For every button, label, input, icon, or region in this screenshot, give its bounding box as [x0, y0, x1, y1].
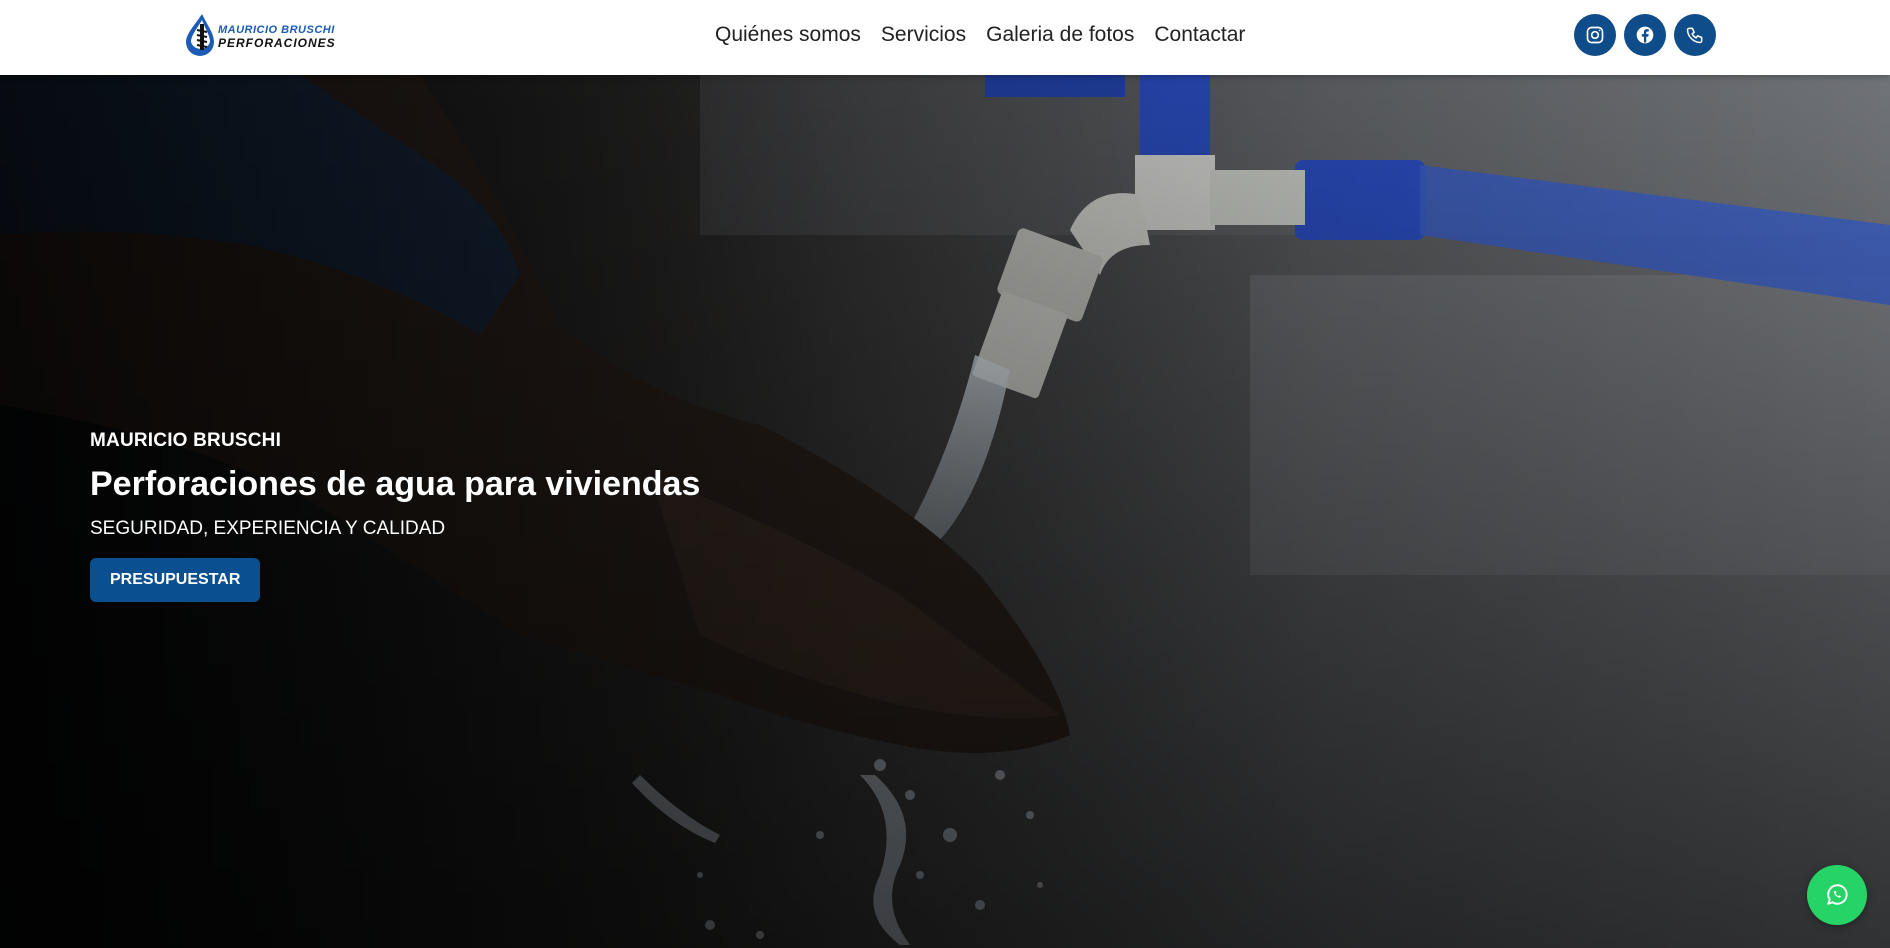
water-drop-drill-icon: [186, 14, 214, 56]
logo[interactable]: MAURICIO BRUSCHI PERFORACIONES: [182, 12, 364, 56]
social-links: [1574, 14, 1724, 56]
facebook-button[interactable]: [1624, 14, 1666, 56]
instagram-icon: [1586, 26, 1604, 44]
nav-link-servicios[interactable]: Servicios: [881, 23, 966, 47]
hero-brand: MAURICIO BRUSCHI: [90, 430, 282, 451]
whatsapp-icon: [1827, 884, 1848, 905]
logo-line-1: MAURICIO BRUSCHI: [218, 24, 335, 36]
phone-icon: [1686, 27, 1703, 44]
hero-headline: Perforaciones de agua para viviendas: [90, 465, 701, 503]
phone-button[interactable]: [1674, 14, 1716, 56]
main-nav: Quiénes somos Servicios Galeria de fotos…: [715, 0, 1265, 70]
instagram-button[interactable]: [1574, 14, 1616, 56]
nav-link-quienes-somos[interactable]: Quiénes somos: [715, 23, 861, 47]
logo-text: MAURICIO BRUSCHI PERFORACIONES: [218, 24, 364, 50]
facebook-icon: [1636, 26, 1654, 44]
hero-section: MAURICIO BRUSCHI Perforaciones de agua p…: [0, 75, 1890, 948]
logo-line-2: PERFORACIONES: [218, 36, 336, 50]
nav-link-galeria[interactable]: Galeria de fotos: [986, 23, 1134, 47]
whatsapp-button[interactable]: [1807, 865, 1867, 925]
presupuestar-button[interactable]: PRESUPUESTAR: [90, 558, 261, 602]
site-header: MAURICIO BRUSCHI PERFORACIONES Quiénes s…: [0, 0, 1890, 75]
nav-link-contactar[interactable]: Contactar: [1154, 23, 1245, 47]
hero-content: MAURICIO BRUSCHI Perforaciones de agua p…: [90, 430, 990, 602]
hero-tagline: SEGURIDAD, EXPERIENCIA Y CALIDAD: [90, 518, 446, 539]
